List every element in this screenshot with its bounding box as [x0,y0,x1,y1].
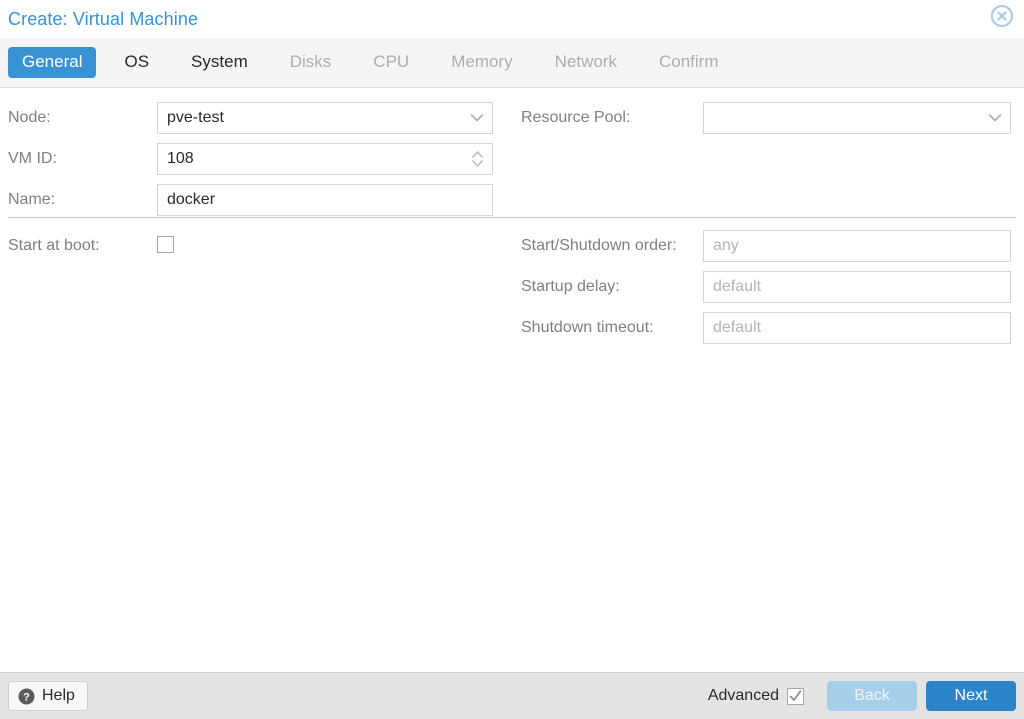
vmid-label: VM ID: [8,143,157,168]
help-button[interactable]: ? Help [8,681,88,711]
name-label: Name: [8,184,157,209]
shutdown-timeout-placeholder: default [704,319,761,337]
advanced-right-column: Start/Shutdown order: any Startup delay:… [512,230,1024,353]
start-shutdown-order-placeholder: any [704,237,739,255]
name-value: docker [158,191,215,209]
question-mark-circle-icon: ? [18,688,35,705]
dialog-titlebar: Create: Virtual Machine [0,0,1024,38]
resource-pool-combobox[interactable] [703,102,1011,134]
start-shutdown-order-label: Start/Shutdown order: [521,230,703,255]
general-tab-panel: Node: pve-test VM ID: 108 [0,88,1024,672]
shutdown-timeout-input[interactable]: default [703,312,1011,344]
advanced-checkbox[interactable] [787,688,804,705]
next-button[interactable]: Next [926,681,1016,711]
startup-delay-input[interactable]: default [703,271,1011,303]
dialog-footer: ? Help Advanced Back Next [0,672,1024,719]
start-shutdown-order-row: Start/Shutdown order: any [521,230,1024,262]
advanced-toggle[interactable]: Advanced [708,687,804,705]
vmid-value: 108 [158,150,194,168]
node-label: Node: [8,102,157,127]
startup-delay-placeholder: default [704,278,761,296]
start-shutdown-order-input[interactable]: any [703,230,1011,262]
chevron-down-icon [988,114,1002,123]
vmid-field-row: VM ID: 108 [8,143,512,175]
shutdown-timeout-row: Shutdown timeout: default [521,312,1024,344]
startup-delay-row: Startup delay: default [521,271,1024,303]
create-vm-dialog: Create: Virtual Machine General OS Syste… [0,0,1024,719]
tab-network: Network [541,47,631,78]
basic-right-column: Resource Pool: [512,102,1024,225]
resource-pool-field-row: Resource Pool: [521,102,1024,134]
start-at-boot-row: Start at boot: [8,230,512,262]
help-button-label: Help [42,687,75,705]
tab-system[interactable]: System [177,47,262,78]
vmid-spinner[interactable]: 108 [157,143,493,175]
tab-memory: Memory [437,47,526,78]
back-button: Back [827,681,917,711]
page-title: Create: Virtual Machine [0,9,198,30]
basic-settings-group: Node: pve-test VM ID: 108 [0,88,1024,225]
tab-general[interactable]: General [8,47,96,78]
advanced-left-column: Start at boot: [0,230,512,353]
start-at-boot-checkbox[interactable] [157,236,174,253]
svg-text:?: ? [23,691,30,703]
start-at-boot-label: Start at boot: [8,230,157,255]
advanced-label: Advanced [708,687,779,705]
node-value: pve-test [158,109,224,127]
shutdown-timeout-label: Shutdown timeout: [521,312,703,337]
tab-confirm: Confirm [645,47,733,78]
node-field-row: Node: pve-test [8,102,512,134]
advanced-settings-group: Start at boot: Start/Shutdown order: any… [0,230,1024,353]
startup-delay-label: Startup delay: [521,271,703,296]
close-icon[interactable] [990,4,1014,28]
name-field-row: Name: docker [8,184,512,216]
chevron-down-icon [470,114,484,123]
tab-os[interactable]: OS [110,47,163,78]
wizard-tabbar: General OS System Disks CPU Memory Netwo… [0,38,1024,88]
tab-cpu: CPU [359,47,423,78]
basic-left-column: Node: pve-test VM ID: 108 [0,102,512,225]
section-divider [8,217,1016,218]
tab-disks: Disks [276,47,346,78]
node-combobox[interactable]: pve-test [157,102,493,134]
name-input[interactable]: docker [157,184,493,216]
resource-pool-label: Resource Pool: [521,102,703,127]
spinner-arrows-icon[interactable] [470,148,485,170]
